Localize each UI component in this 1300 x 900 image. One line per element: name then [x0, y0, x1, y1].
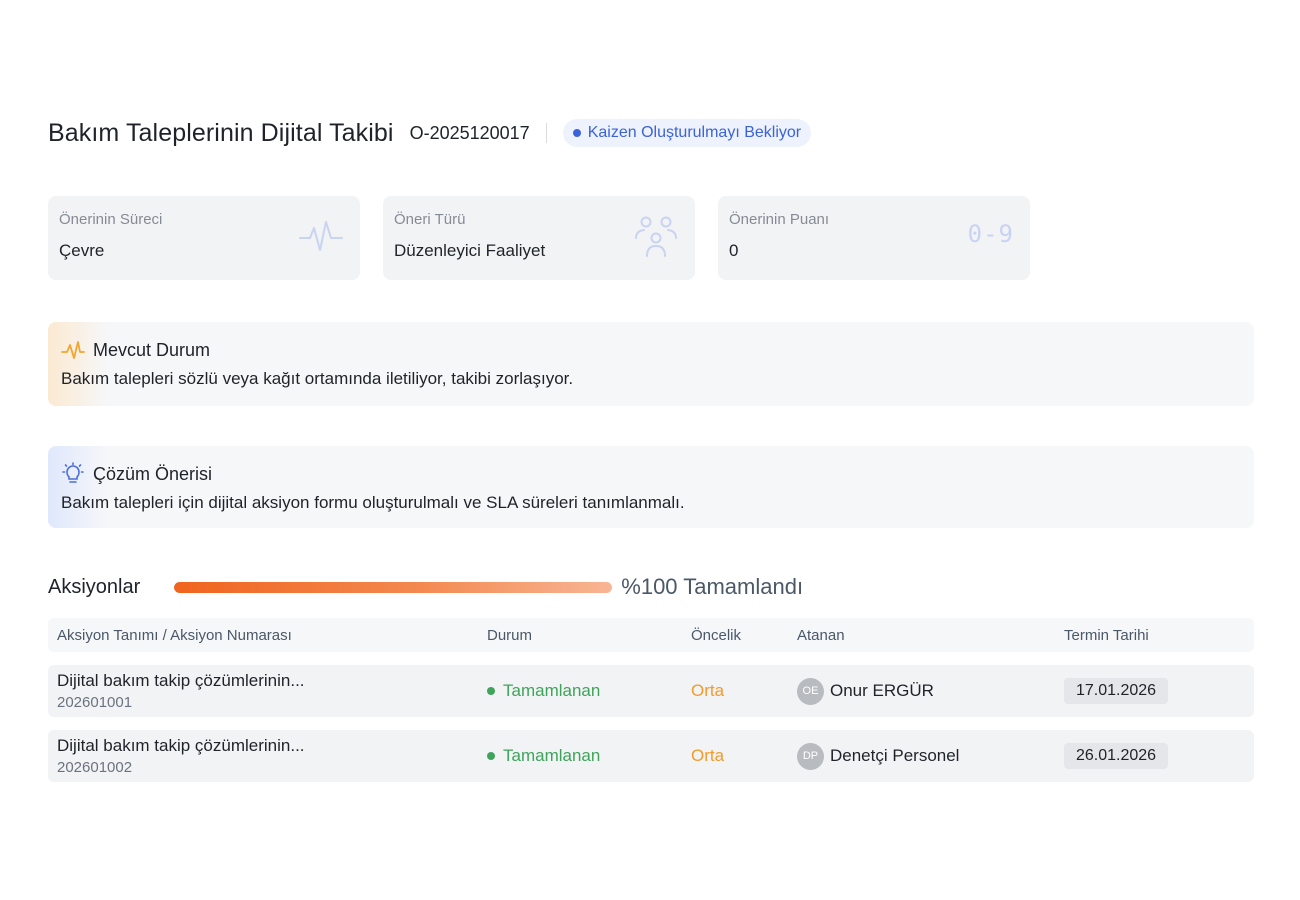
solution-header: Çözüm Önerisi [61, 460, 1241, 488]
assignee: OE Onur ERGÜR [797, 677, 1064, 705]
current-state-title: Mevcut Durum [93, 339, 211, 360]
assignee-name: Onur ERGÜR [830, 681, 934, 700]
priority-label: Orta [691, 746, 725, 765]
pulse-icon [61, 341, 85, 359]
status-text: Tamamlanan [503, 681, 601, 700]
priority-cell: Orta [691, 746, 797, 766]
panel-accent [48, 322, 108, 406]
due-date-cell: 17.01.2026 [1064, 678, 1254, 704]
header-divider [545, 123, 547, 143]
status-label: Tamamlanan [487, 746, 691, 766]
solution-title: Çözüm Önerisi [93, 463, 213, 484]
actions-table: Aksiyon Tanımı / Aksiyon Numarası Durum … [48, 618, 1254, 782]
actions-progress-label: %100 Tamamlandı [621, 574, 804, 599]
current-state-panel: Mevcut Durum Bakım talepleri sözlü veya … [48, 322, 1254, 406]
page: Bakım Taleplerinin Dijital Takibi O-2025… [0, 0, 1300, 900]
actions-header: Aksiyonlar %100 Tamamlandı [48, 572, 803, 602]
column-header-status[interactable]: Durum [487, 627, 691, 644]
action-name[interactable]: Dijital bakım takip çözümlerinin... [57, 671, 487, 691]
status-dot-icon [572, 129, 581, 137]
due-date-cell: 26.01.2026 [1064, 743, 1254, 769]
status-cell: Tamamlanan [487, 746, 691, 766]
avatar: OE [797, 677, 824, 705]
page-header: Bakım Taleplerinin Dijital Takibi O-2025… [48, 112, 812, 154]
current-state-text: Bakım talepleri sözlü veya kağıt ortamın… [61, 369, 574, 388]
due-date-chip: 26.01.2026 [1064, 743, 1169, 769]
column-header-due-date[interactable]: Termin Tarihi [1064, 627, 1254, 644]
table-row[interactable]: Dijital bakım takip çözümlerinin... 2026… [48, 665, 1254, 717]
type-card: Öneri Türü Düzenleyici Faaliyet [383, 196, 695, 280]
column-header-action[interactable]: Aksiyon Tanımı / Aksiyon Numarası [48, 627, 487, 644]
assignee-name: Denetçi Personel [830, 746, 960, 765]
solution-panel: Çözüm Önerisi Bakım talepleri için dijit… [48, 446, 1254, 528]
assignee-cell: OE Onur ERGÜR [797, 677, 1064, 705]
avatar: DP [797, 742, 824, 770]
assignee-cell: DP Denetçi Personel [797, 742, 1064, 770]
team-icon [635, 216, 677, 257]
status-badge-label: Kaizen Oluşturulmayı Bekliyor [587, 124, 802, 141]
lightbulb-icon [62, 462, 84, 483]
table-header: Aksiyon Tanımı / Aksiyon Numarası Durum … [48, 618, 1254, 652]
status-text: Tamamlanan [503, 746, 601, 765]
page-title: Bakım Taleplerinin Dijital Takibi [48, 118, 394, 147]
actions-title: Aksiyonlar [48, 575, 141, 598]
status-badge: Kaizen Oluşturulmayı Bekliyor [562, 119, 812, 147]
priority-cell: Orta [691, 681, 797, 701]
column-header-assignee[interactable]: Atanan [797, 627, 1064, 644]
suggestion-code: O-2025120017 [409, 122, 530, 143]
due-date-chip: 17.01.2026 [1064, 678, 1169, 704]
actions-progress-bar [174, 581, 613, 593]
assignee: DP Denetçi Personel [797, 742, 1064, 770]
status-label: Tamamlanan [487, 681, 691, 701]
status-cell: Tamamlanan [487, 681, 691, 701]
priority-label: Orta [691, 681, 725, 700]
info-cards: Önerinin Süreci Çevre Öneri Türü Düzenle… [48, 196, 1030, 280]
solution-text: Bakım talepleri için dijital aksiyon for… [61, 493, 685, 512]
column-header-priority[interactable]: Öncelik [691, 627, 797, 644]
status-dot-icon [487, 687, 495, 695]
action-cell: Dijital bakım takip çözümlerinin... 2026… [48, 671, 487, 711]
action-cell: Dijital bakım takip çözümlerinin... 2026… [48, 736, 487, 776]
status-dot-icon [487, 752, 495, 760]
score-range-icon: 0-9 [967, 220, 1014, 248]
score-card: Önerinin Puanı 0 0-9 [718, 196, 1030, 280]
action-name[interactable]: Dijital bakım takip çözümlerinin... [57, 736, 487, 756]
process-card: Önerinin Süreci Çevre [48, 196, 360, 280]
action-number: 202601001 [57, 694, 133, 711]
action-number: 202601002 [57, 759, 133, 776]
table-row[interactable]: Dijital bakım takip çözümlerinin... 2026… [48, 730, 1254, 782]
current-state-header: Mevcut Durum [61, 336, 1241, 364]
pulse-icon [299, 221, 343, 251]
actions-progress-fill [174, 581, 613, 593]
